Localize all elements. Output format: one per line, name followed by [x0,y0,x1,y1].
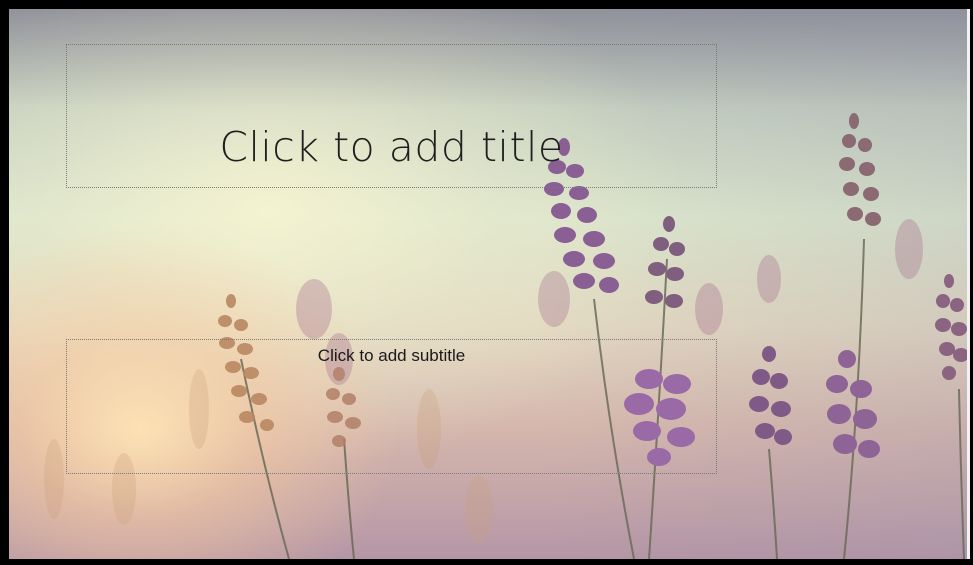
slide-edge [967,9,970,559]
title-placeholder[interactable]: Click to add title [66,44,717,188]
slide-canvas[interactable]: Click to add title Click to add subtitle [9,9,970,559]
subtitle-placeholder-text: Click to add subtitle [317,346,466,365]
slide-editor-frame: Click to add title Click to add subtitle [0,0,973,565]
subtitle-placeholder[interactable]: Click to add subtitle [66,339,717,474]
title-placeholder-text: Click to add title [219,123,564,171]
